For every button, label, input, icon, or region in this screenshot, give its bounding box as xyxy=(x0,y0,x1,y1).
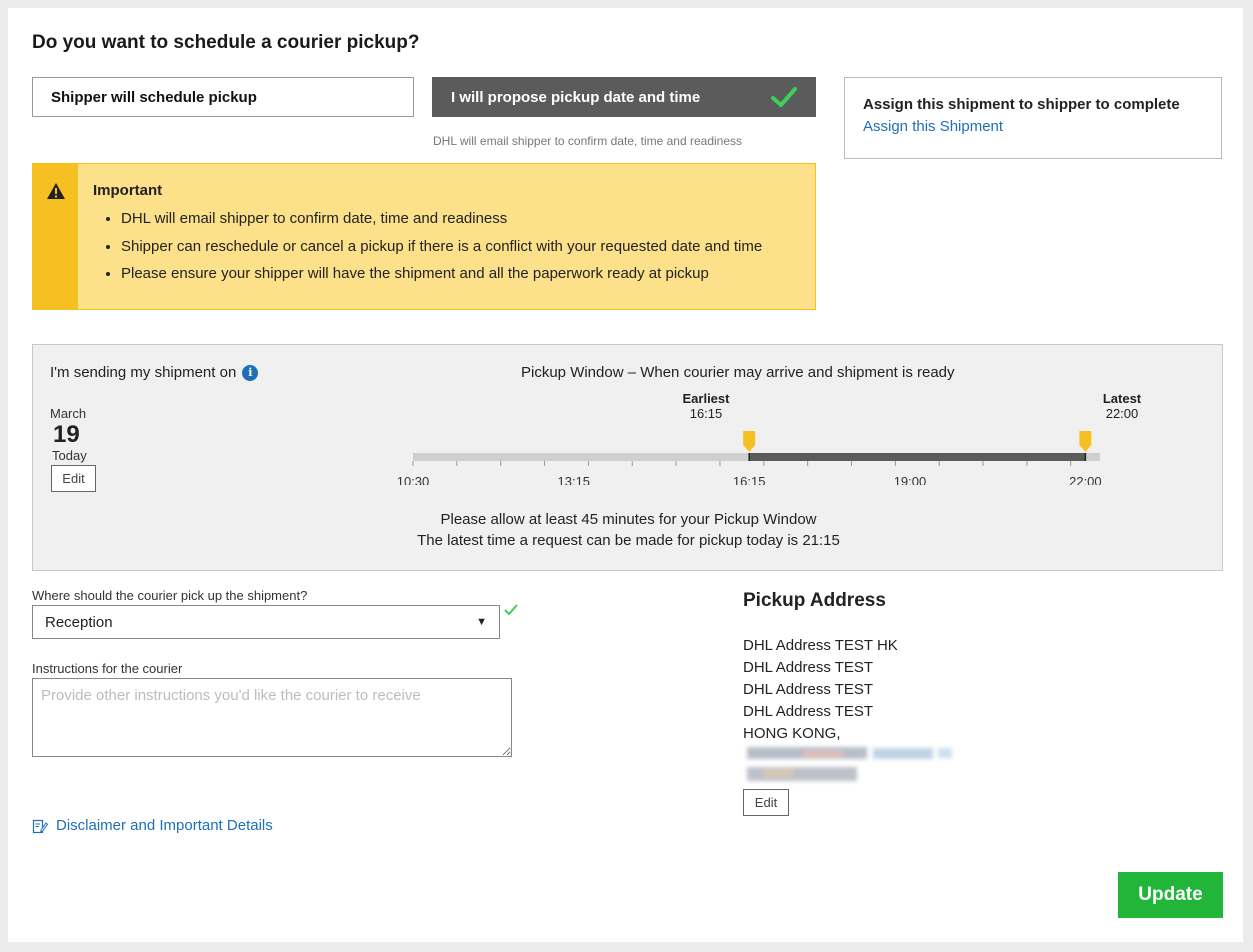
latest-marker[interactable] xyxy=(1079,431,1092,452)
important-item: DHL will email shipper to confirm date, … xyxy=(121,205,762,233)
latest-time: 22:00 xyxy=(1105,406,1139,421)
page-title: Do you want to schedule a courier pickup… xyxy=(32,32,420,53)
timeline-selected-range xyxy=(749,453,1086,461)
valid-check-icon xyxy=(504,604,518,616)
address-line: DHL Address TEST HK xyxy=(743,637,898,654)
timeline-tick-label: 19:00 xyxy=(894,474,927,485)
assign-shipment-link[interactable]: Assign this Shipment xyxy=(863,118,1003,135)
window-note-latest-request: The latest time a request can be made fo… xyxy=(417,532,840,549)
address-line: HONG KONG, xyxy=(743,725,841,742)
sending-date-label: I'm sending my shipment on xyxy=(50,364,237,381)
timeline-tick-label: 13:15 xyxy=(558,474,591,485)
pickup-location-select[interactable]: Reception ▼ xyxy=(32,605,500,639)
date-relative: Today xyxy=(52,448,87,463)
assign-title: Assign this shipment to shipper to compl… xyxy=(863,96,1180,113)
address-line: DHL Address TEST xyxy=(743,681,874,698)
timeline-tick-label: 22:00 xyxy=(1069,474,1102,485)
check-icon xyxy=(771,87,797,107)
instructions-field[interactable] xyxy=(32,678,512,757)
shipper-schedule-label: Shipper will schedule pickup xyxy=(51,88,257,106)
dropdown-arrow-icon: ▼ xyxy=(476,616,487,628)
earliest-time: 16:15 xyxy=(689,406,723,421)
disclaimer-link[interactable]: Disclaimer and Important Details xyxy=(32,817,273,834)
instructions-label: Instructions for the courier xyxy=(32,661,183,676)
important-title: Important xyxy=(93,182,163,199)
pickup-timeline[interactable]: 10:30 13:15 16:15 19:00 22:00 xyxy=(393,425,1113,485)
propose-pickup-label: I will propose pickup date and time xyxy=(451,88,701,106)
info-icon[interactable]: i xyxy=(242,364,259,381)
important-item: Shipper can reschedule or cancel a picku… xyxy=(121,233,762,261)
pickup-address-lines: DHL Address TEST HK DHL Address TEST DHL… xyxy=(743,635,898,745)
date-month: March xyxy=(50,406,87,421)
window-note-minimum: Please allow at least 45 minutes for you… xyxy=(440,511,817,528)
edit-document-icon xyxy=(32,819,48,833)
assign-panel: Assign this shipment to shipper to compl… xyxy=(844,77,1222,159)
earliest-label: Earliest xyxy=(682,391,730,406)
pickup-address-title: Pickup Address xyxy=(743,590,886,611)
warning-icon xyxy=(46,183,65,199)
propose-hint: DHL will email shipper to confirm date, … xyxy=(433,134,743,148)
earliest-marker-label: Earliest 16:15 xyxy=(678,391,734,421)
pickup-window-panel: I'm sending my shipment on i March 19 To… xyxy=(32,344,1223,571)
edit-date-button[interactable]: Edit xyxy=(51,465,96,492)
latest-marker-label: Latest 22:00 xyxy=(1098,391,1146,421)
pickup-window-title: Pickup Window – When courier may arrive … xyxy=(521,364,955,381)
date-day: 19 xyxy=(53,421,80,448)
address-line: DHL Address TEST xyxy=(743,703,874,720)
address-line: DHL Address TEST xyxy=(743,659,874,676)
timeline-tick-label: 10:30 xyxy=(397,474,430,485)
pickup-location-label: Where should the courier pick up the shi… xyxy=(32,588,308,603)
latest-label: Latest xyxy=(1102,391,1142,406)
propose-pickup-option[interactable]: I will propose pickup date and time xyxy=(432,77,816,117)
earliest-marker[interactable] xyxy=(743,431,756,452)
warning-strip xyxy=(33,164,78,309)
pickup-location-value: Reception xyxy=(45,613,113,631)
important-list: DHL will email shipper to confirm date, … xyxy=(93,205,762,288)
important-item: Please ensure your shipper will have the… xyxy=(121,260,762,288)
important-notice: Important DHL will email shipper to conf… xyxy=(32,163,816,310)
pickup-card: Do you want to schedule a courier pickup… xyxy=(8,8,1243,942)
edit-address-button[interactable]: Edit xyxy=(743,789,789,816)
sending-date-label-group: I'm sending my shipment on i xyxy=(50,364,259,381)
update-button[interactable]: Update xyxy=(1118,872,1223,918)
timeline-tick-label: 16:15 xyxy=(733,474,766,485)
shipper-schedule-option[interactable]: Shipper will schedule pickup xyxy=(32,77,414,117)
redacted-address-image xyxy=(747,747,952,781)
disclaimer-label: Disclaimer and Important Details xyxy=(56,817,273,834)
